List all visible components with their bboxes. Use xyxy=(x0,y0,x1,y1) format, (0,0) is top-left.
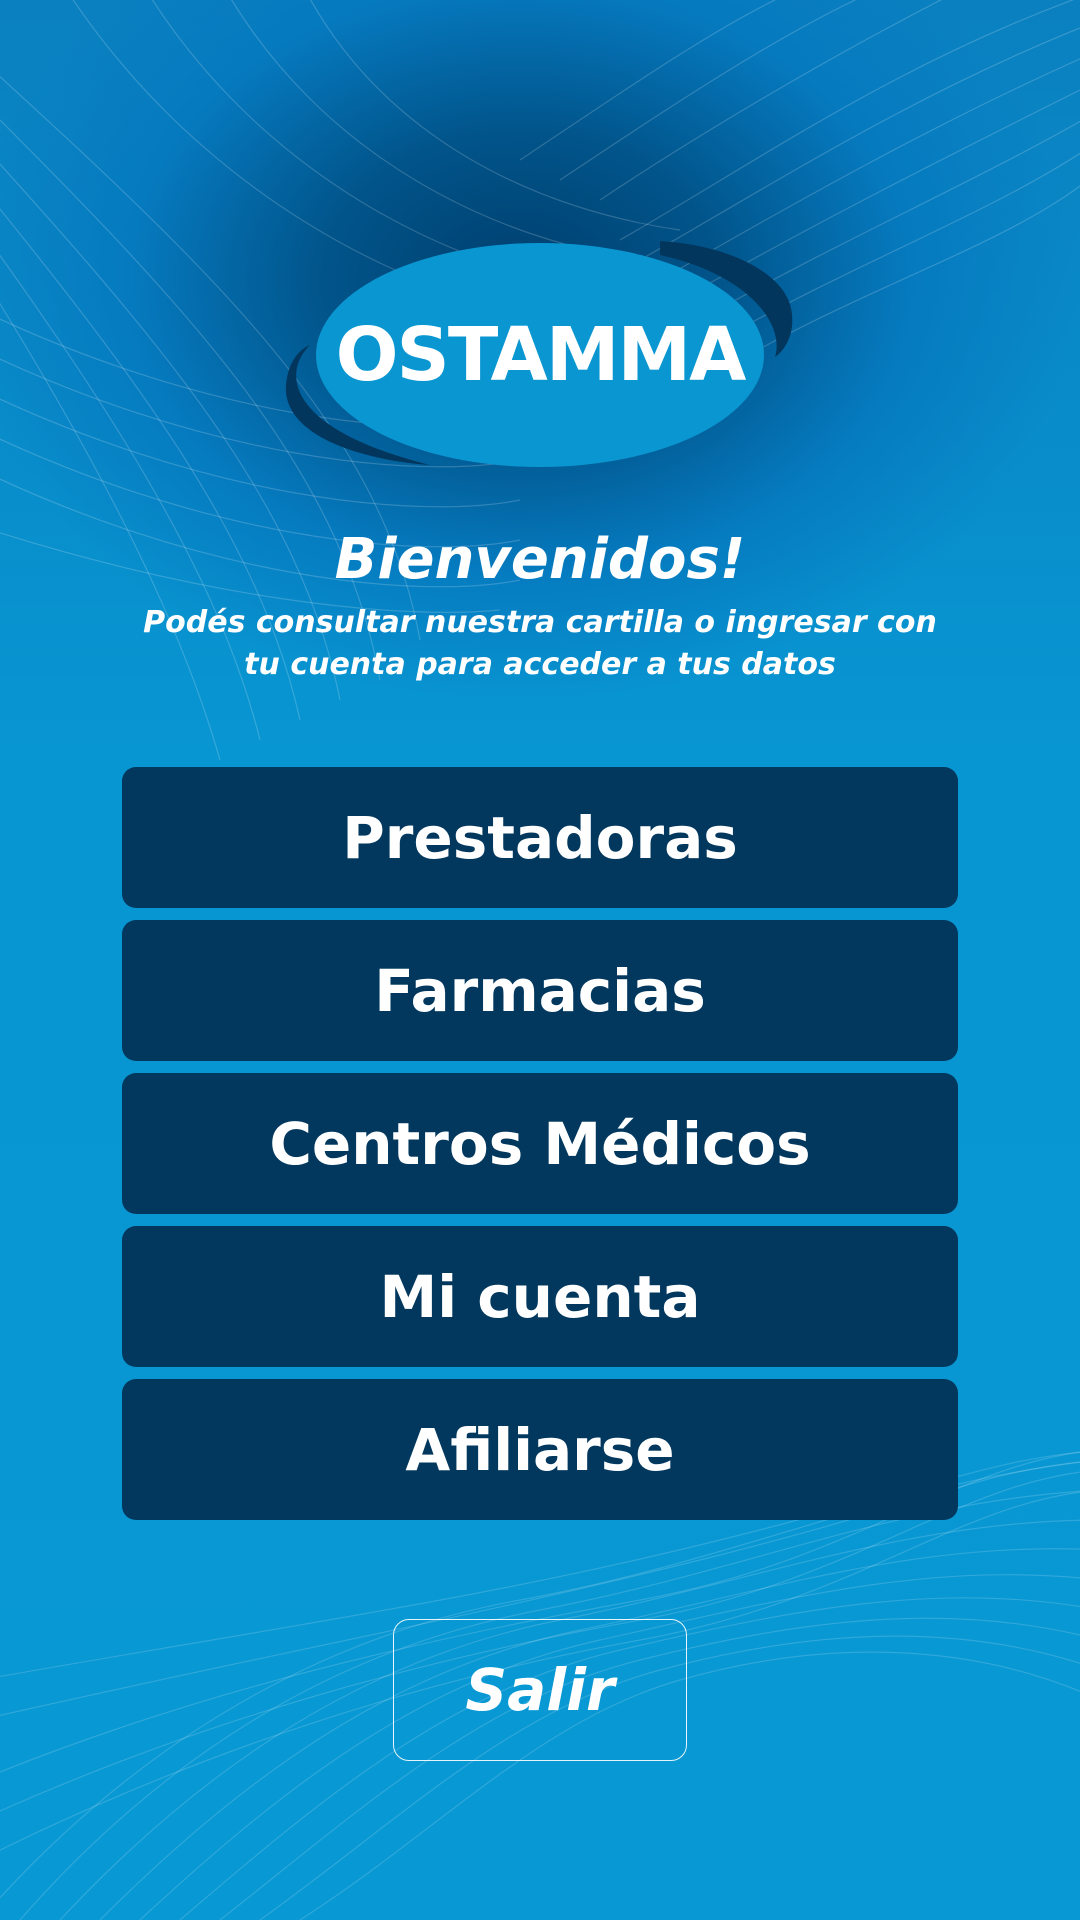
ostamma-logo: OSTAMMA xyxy=(280,235,800,475)
app-screen: OSTAMMA Bienvenidos! Podés consultar nue… xyxy=(0,0,1080,1920)
centros-medicos-button[interactable]: Centros Médicos xyxy=(122,1073,958,1214)
logo-text: OSTAMMA xyxy=(335,312,747,398)
welcome-subtitle: Podés consultar nuestra cartilla o ingre… xyxy=(143,605,937,682)
prestadoras-button[interactable]: Prestadoras xyxy=(122,767,958,908)
mi-cuenta-button[interactable]: Mi cuenta xyxy=(122,1226,958,1367)
afiliarse-button[interactable]: Afiliarse xyxy=(122,1379,958,1520)
main-menu: Prestadoras Farmacias Centros Médicos Mi… xyxy=(122,767,958,1532)
salir-button[interactable]: Salir xyxy=(393,1619,687,1761)
farmacias-button[interactable]: Farmacias xyxy=(122,920,958,1061)
welcome-title: Bienvenidos! xyxy=(334,527,746,592)
